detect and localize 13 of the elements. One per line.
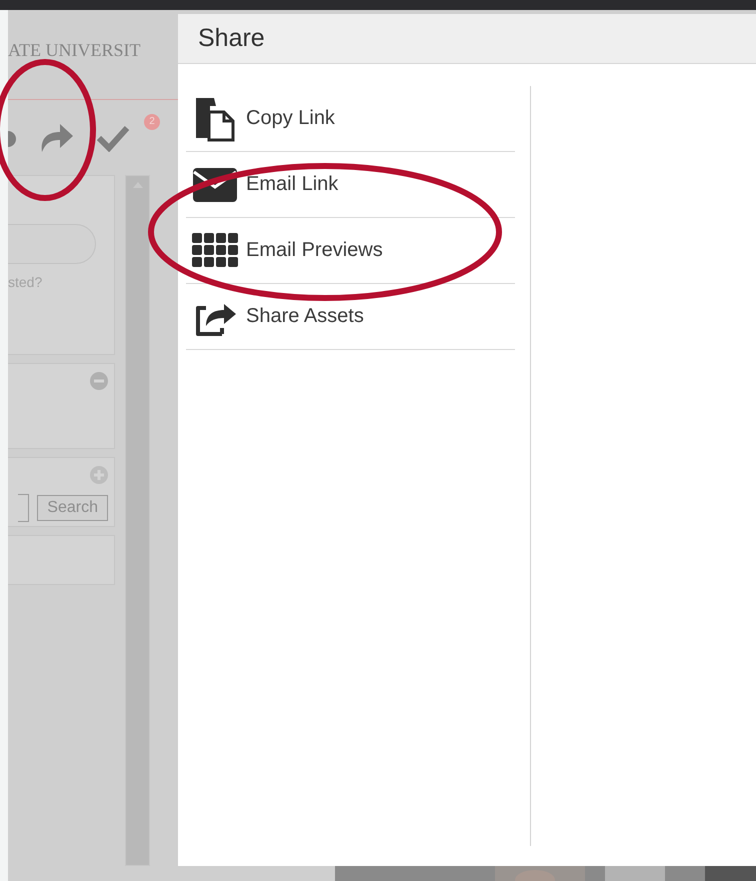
share-option[interactable]: Email Link: [186, 152, 515, 218]
search-field[interactable]: [8, 224, 96, 264]
share-option[interactable]: Email Previews: [186, 218, 515, 284]
input-field[interactable]: [18, 494, 30, 522]
minus-circle-icon[interactable]: [90, 372, 108, 390]
share-option[interactable]: Share Assets: [186, 284, 515, 350]
check-icon[interactable]: [96, 124, 130, 152]
university-name: ATE UNIVERSIT: [8, 40, 140, 61]
notification-badge: 2: [144, 114, 160, 130]
grid-icon: [192, 232, 238, 268]
scrollbar[interactable]: [125, 175, 150, 866]
share-option[interactable]: Copy Link: [186, 86, 515, 152]
dialog-title: Share: [198, 24, 265, 53]
